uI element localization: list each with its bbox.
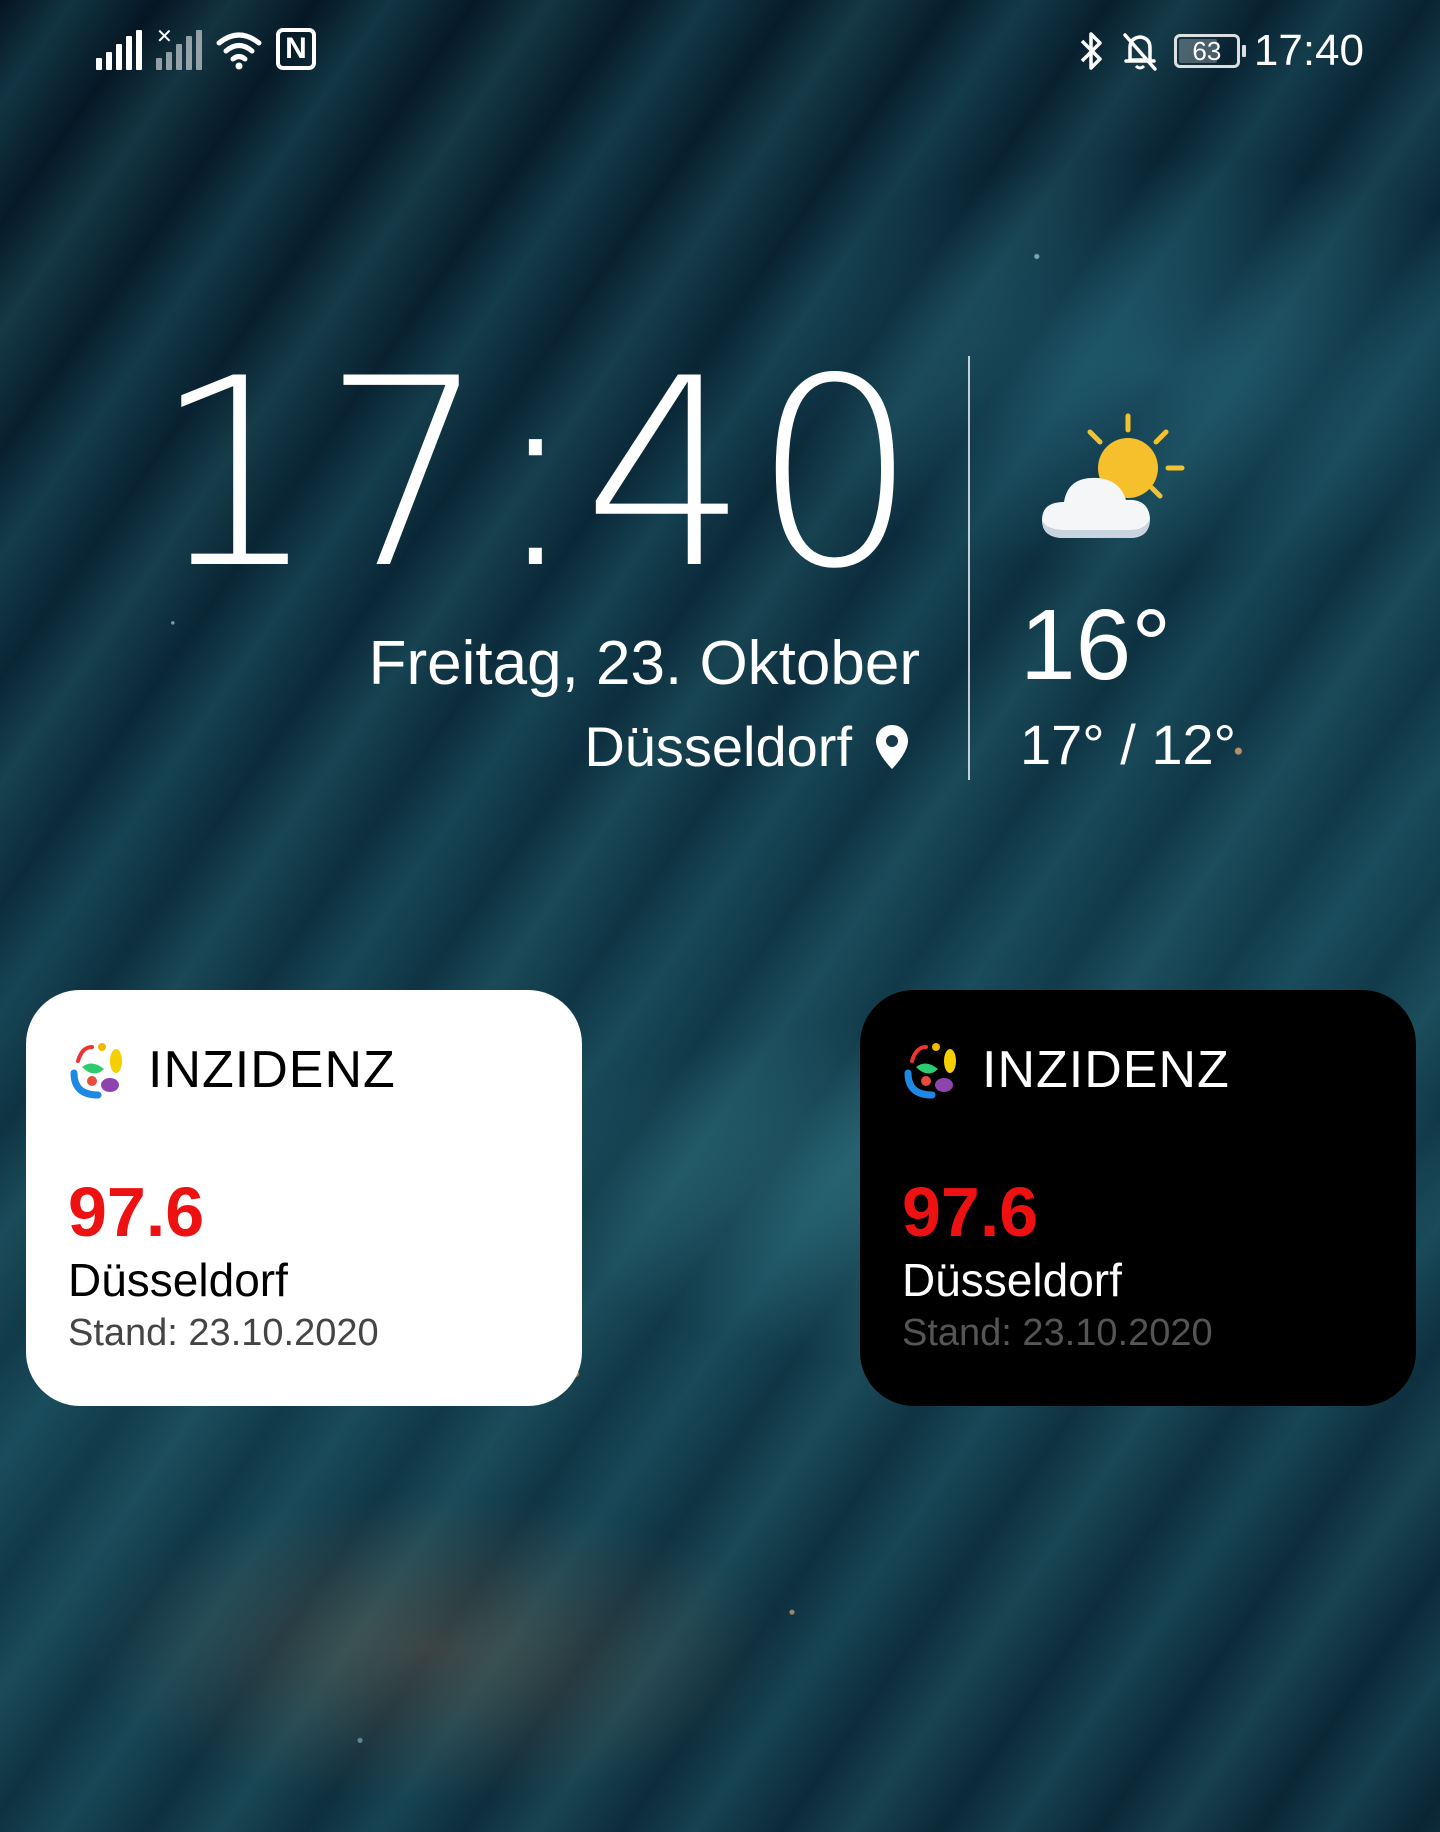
location-pin-icon: [876, 724, 908, 769]
signal-no-sim-icon: ✕: [156, 26, 202, 70]
widget-title: INZIDENZ: [982, 1041, 1230, 1099]
widget-city: Düsseldorf: [68, 1254, 288, 1306]
wifi-icon: [216, 32, 262, 70]
battery-icon: 63: [1173, 34, 1246, 68]
app-logo-icon: [70, 1043, 122, 1099]
battery-level: 63: [1192, 36, 1222, 66]
status-right: 63 17:40: [1078, 26, 1364, 76]
temperature-range: 17° / 12°: [1020, 713, 1237, 776]
partly-cloudy-icon[interactable]: [1036, 410, 1186, 550]
nfc-icon: N: [276, 28, 316, 70]
status-time: 17:40: [1253, 26, 1364, 75]
clock-weather-divider: [968, 356, 970, 780]
location-label: Düsseldorf: [584, 715, 852, 778]
incidence-widget-light[interactable]: INZIDENZ 97.6 Düsseldorf Stand: 23.10.20…: [26, 990, 582, 1406]
bluetooth-icon: [1080, 32, 1102, 70]
wallpaper: [0, 0, 1440, 1832]
lockscreen-date: Freitag, 23. Oktober: [368, 629, 920, 698]
incidence-widget-dark[interactable]: INZIDENZ 97.6 Düsseldorf Stand: 23.10.20…: [860, 990, 1416, 1406]
incidence-value: 97.6: [902, 1173, 1039, 1251]
bell-off-icon: [1123, 33, 1157, 71]
widget-date-stand: Stand: 23.10.2020: [68, 1312, 379, 1354]
widget-city: Düsseldorf: [902, 1254, 1122, 1306]
widget-date-stand: Stand: 23.10.2020: [902, 1312, 1213, 1354]
signal-icon: [96, 30, 142, 70]
lockscreen-location[interactable]: Düsseldorf: [584, 714, 910, 779]
widget-header: INZIDENZ: [902, 1040, 1416, 1100]
widget-header: INZIDENZ: [68, 1040, 582, 1100]
status-left: ✕ N: [96, 26, 316, 70]
app-logo-icon: [904, 1043, 956, 1099]
status-bar: ✕ N 63 17:40: [0, 18, 1440, 88]
current-temperature: 16°: [1020, 589, 1172, 701]
lockscreen-clock: 17:40: [152, 324, 922, 626]
widget-title: INZIDENZ: [148, 1041, 396, 1099]
incidence-value: 97.6: [68, 1173, 205, 1251]
